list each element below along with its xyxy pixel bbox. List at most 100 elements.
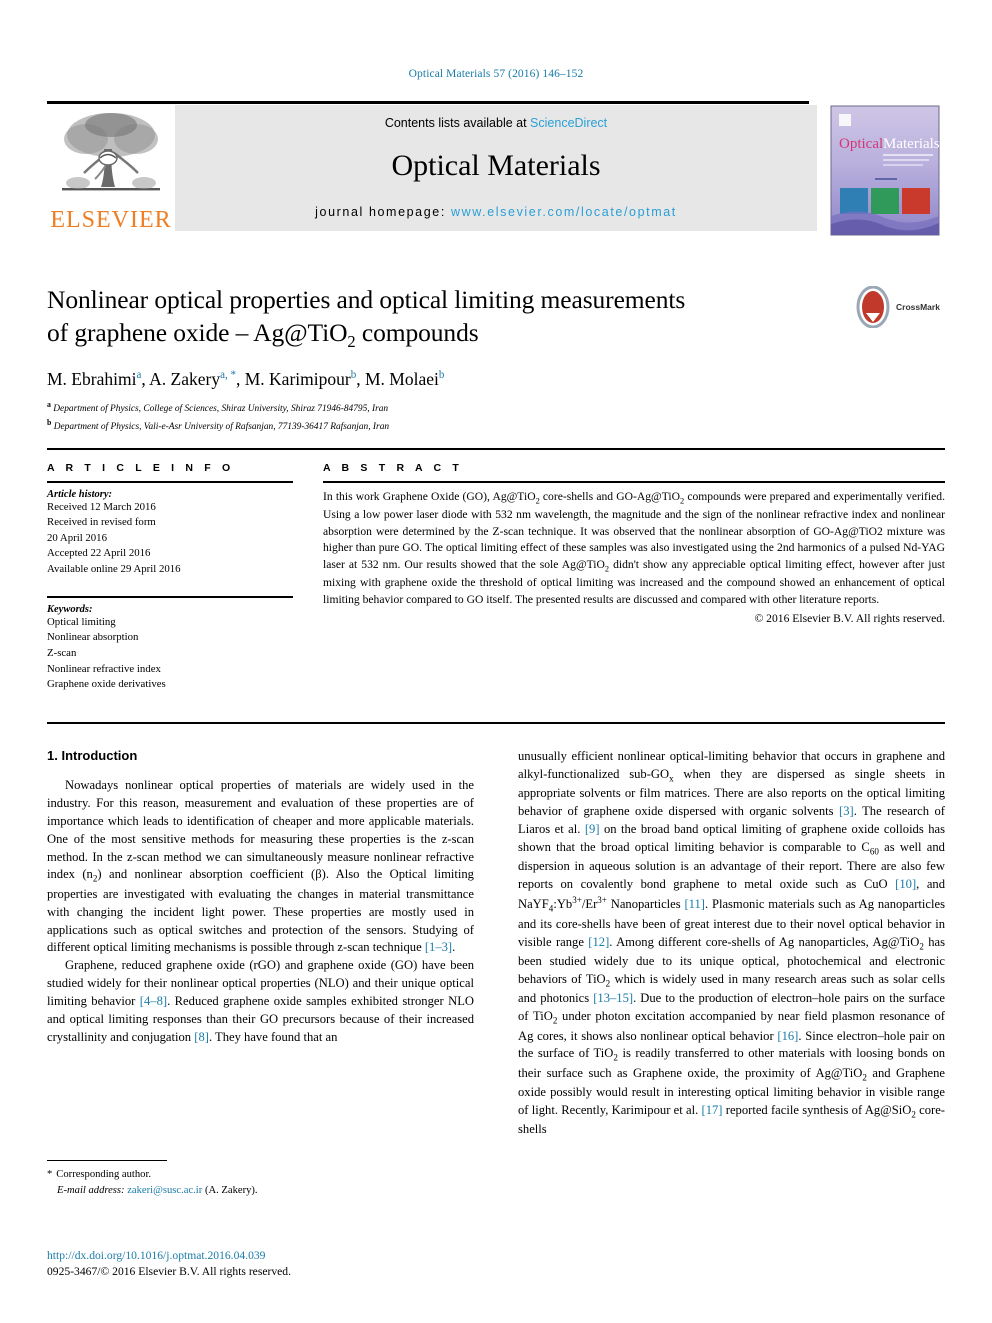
- crossmark-label: CrossMark: [896, 302, 940, 312]
- email-label: E-mail address:: [57, 1185, 125, 1197]
- svg-text:Materials: Materials: [883, 136, 940, 152]
- article-info-heading: A R T I C L E I N F O: [47, 462, 235, 474]
- keyword-item: Nonlinear absorption: [47, 631, 139, 644]
- author-mark: b: [350, 368, 357, 381]
- homepage-url-link[interactable]: www.elsevier.com/locate/optmat: [451, 205, 677, 219]
- p-seg: reported facile synthesis of Ag@SiO: [722, 1103, 912, 1118]
- keyword-item: Nonlinear refractive index: [47, 662, 161, 675]
- abstract-seg: core-shells and GO-Ag@TiO: [539, 489, 680, 503]
- title-subscript: 2: [347, 332, 356, 352]
- citation-ref[interactable]: [9]: [585, 822, 600, 836]
- article-info-rule: [47, 481, 293, 483]
- author-name: M. Molaei: [364, 368, 439, 389]
- citation-ref[interactable]: [10]: [895, 877, 916, 891]
- history-item: Received in revised form: [47, 516, 156, 529]
- affiliation-text: Department of Physics, College of Scienc…: [53, 403, 389, 414]
- abstract-rule: [323, 481, 945, 483]
- corresponding-text: Corresponding author.: [56, 1169, 152, 1181]
- keyword-item: Optical limiting: [47, 615, 116, 628]
- page-title: Nonlinear optical properties and optical…: [47, 283, 807, 353]
- email-owner: (A. Zakery).: [204, 1185, 258, 1197]
- title-line-2-a: of graphene oxide – Ag@TiO: [47, 318, 348, 348]
- journal-cover-image: Optical Materials: [830, 105, 940, 236]
- p-seg: ) and nonlinear absorption coefficient (…: [47, 867, 474, 955]
- footnote-email: E-mail address: zakeri@susc.ac.ir (A. Za…: [47, 1183, 474, 1199]
- intro-paragraph-2: Graphene, reduced graphene oxide (rGO) a…: [47, 957, 474, 1046]
- corresponding-author-footnote: * Corresponding author. E-mail address: z…: [47, 1160, 474, 1199]
- affiliation-mark: b: [47, 417, 52, 427]
- citation-ref[interactable]: [12]: [588, 935, 609, 949]
- contents-available-line: Contents lists available at ScienceDirec…: [175, 116, 817, 130]
- citation-ref[interactable]: [17]: [702, 1103, 723, 1117]
- elsevier-tree-icon: [62, 113, 160, 191]
- affiliation-text: Department of Physics, Vali-e-Asr Univer…: [53, 421, 390, 432]
- article-history-label: Article history:: [47, 488, 113, 500]
- abstract-seg: In this work Graphene Oxide (GO), Ag@TiO: [323, 489, 536, 503]
- keywords-label: Keywords:: [47, 603, 93, 615]
- paper-page: Optical Materials 57 (2016) 146–152 ELSE…: [0, 0, 992, 1323]
- history-item: Accepted 22 April 2016: [47, 547, 151, 560]
- title-block: Nonlinear optical properties and optical…: [47, 283, 945, 451]
- keyword-item: Graphene oxide derivatives: [47, 678, 166, 691]
- journal-title: Optical Materials: [391, 149, 601, 182]
- history-item: Received 12 March 2016: [47, 500, 156, 513]
- citation-ref[interactable]: [13–15]: [593, 991, 633, 1005]
- elsevier-logo: ELSEVIER: [47, 105, 175, 238]
- history-item: Available online 29 April 2016: [47, 562, 181, 575]
- abstract-text: In this work Graphene Oxide (GO), Ag@TiO…: [323, 489, 945, 609]
- p-seg: . Among different core-shells of Ag nano…: [609, 934, 920, 949]
- elsevier-wordmark: ELSEVIER: [50, 207, 172, 233]
- article-info-column: A R T I C L E I N F O Article history: R…: [47, 462, 293, 693]
- issn-copyright: 0925-3467/© 2016 Elsevier B.V. All right…: [47, 1265, 291, 1279]
- citation-ref[interactable]: [1–3]: [425, 940, 452, 954]
- citation-ref[interactable]: [11]: [684, 897, 705, 911]
- footnote-rule: [47, 1160, 167, 1162]
- affiliation-item: a Department of Physics, College of Scie…: [47, 399, 945, 417]
- author-mark: a, *: [220, 368, 236, 381]
- affiliation-item: b Department of Physics, Vali-e-Asr Univ…: [47, 417, 945, 435]
- p-sup: 3+: [572, 895, 582, 906]
- masthead-banner: Contents lists available at ScienceDirec…: [175, 105, 817, 231]
- crossmark-icon: [856, 286, 890, 328]
- body-top-rule: [47, 722, 945, 724]
- intro-paragraph-1: Nowadays nonlinear optical properties of…: [47, 777, 474, 957]
- contents-prefix: Contents lists available at: [384, 116, 531, 130]
- author-mark: a: [136, 368, 142, 381]
- journal-masthead: ELSEVIER Contents lists available at Sci…: [47, 101, 945, 238]
- p-seg: Nowadays nonlinear optical properties of…: [47, 778, 474, 882]
- citation-ref[interactable]: [4–8]: [140, 994, 167, 1008]
- footnote-corresponding: * Corresponding author.: [47, 1167, 474, 1183]
- body-column-right: unusually efficient nonlinear optical-li…: [518, 748, 945, 1139]
- abstract-heading: A B S T R A C T: [323, 462, 463, 474]
- p-seg: .: [452, 940, 456, 955]
- author-name: M. Ebrahimi: [47, 368, 137, 389]
- running-head: Optical Materials 57 (2016) 146–152: [408, 68, 584, 80]
- svg-text:Optical: Optical: [839, 136, 883, 152]
- article-history-list: Received 12 March 2016 Received in revis…: [47, 500, 293, 578]
- sciencedirect-link[interactable]: ScienceDirect: [530, 116, 607, 130]
- title-line-1: Nonlinear optical properties and optical…: [47, 285, 686, 314]
- asterisk-icon: *: [47, 1169, 53, 1181]
- masthead-top-rule: [47, 101, 809, 104]
- affiliation-mark: a: [47, 399, 51, 409]
- p-sup: 3+: [597, 895, 607, 906]
- citation-ref[interactable]: [3]: [839, 804, 854, 818]
- section-heading-introduction: 1. Introduction: [47, 748, 138, 763]
- author-mark: b: [438, 368, 445, 381]
- p-seg: Nanoparticles: [606, 897, 685, 912]
- journal-cover-thumbnail: Optical Materials: [825, 104, 945, 237]
- email-link[interactable]: zakeri@susc.ac.ir: [127, 1185, 202, 1196]
- p-sub: 60: [869, 846, 879, 857]
- crossmark-badge[interactable]: CrossMark: [853, 283, 945, 331]
- keyword-item: Z-scan: [47, 647, 77, 660]
- author-name: M. Karimipour: [244, 368, 351, 389]
- citation-ref[interactable]: [8]: [194, 1030, 209, 1044]
- affiliation-list: a Department of Physics, College of Scie…: [47, 399, 945, 435]
- abstract-column: A B S T R A C T In this work Graphene Ox…: [323, 462, 945, 693]
- doi-link[interactable]: http://dx.doi.org/10.1016/j.optmat.2016.…: [47, 1248, 547, 1264]
- keywords-rule: [47, 596, 293, 598]
- title-line-2-b: compounds: [355, 318, 479, 348]
- keywords-list: Optical limiting Nonlinear absorption Z-…: [47, 615, 293, 693]
- history-item: 20 April 2016: [47, 531, 107, 544]
- citation-ref[interactable]: [16]: [777, 1029, 798, 1043]
